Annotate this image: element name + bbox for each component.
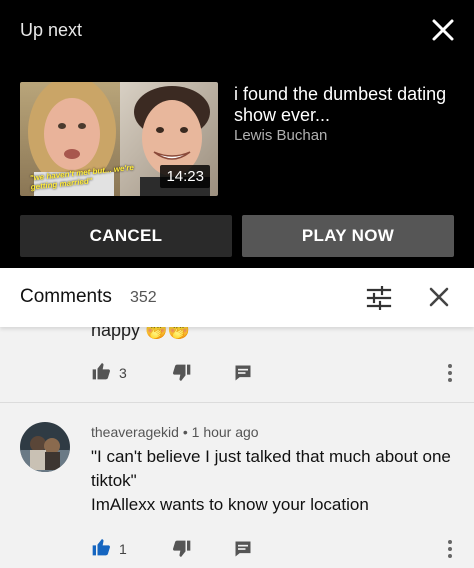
- reply-icon: [235, 541, 251, 557]
- comment-actions: 1: [91, 537, 461, 561]
- dislike-button[interactable]: [172, 363, 192, 388]
- thumbs-down-icon: [173, 540, 191, 557]
- cancel-button[interactable]: CANCEL: [20, 215, 232, 257]
- up-next-label: Up next: [20, 20, 83, 40]
- more-vert-icon: [448, 364, 452, 382]
- comment-menu-button[interactable]: [446, 362, 454, 384]
- reply-button[interactable]: [233, 539, 253, 564]
- like-button[interactable]: [91, 361, 111, 386]
- comment-actions: 3: [91, 361, 461, 385]
- reply-icon: [235, 365, 251, 381]
- avatar-image: [20, 422, 70, 472]
- avatar[interactable]: [20, 422, 70, 472]
- video-title[interactable]: i found the dumbest dating show ever...: [234, 84, 459, 126]
- close-icon: [432, 19, 454, 41]
- comment-text-line: "I can't believe I just talked that much…: [91, 447, 451, 490]
- close-comments-button[interactable]: [428, 286, 450, 313]
- meta-separator: •: [182, 424, 188, 440]
- comment-meta: theaveragekid • 1 hour ago: [91, 424, 259, 440]
- thumbs-up-icon: [92, 363, 110, 380]
- comments-header: Comments 352: [0, 268, 474, 327]
- comment-text: "I can't believe I just talked that much…: [91, 445, 461, 517]
- more-vert-icon: [448, 540, 452, 558]
- thumbs-down-icon: [173, 364, 191, 381]
- sort-filter-button[interactable]: [366, 284, 392, 315]
- comments-count: 352: [130, 289, 157, 306]
- comment-divider: [0, 402, 474, 403]
- like-count: 1: [119, 541, 127, 557]
- like-button[interactable]: [91, 537, 111, 562]
- video-duration: 14:23: [160, 165, 210, 188]
- close-up-next-button[interactable]: [429, 16, 457, 44]
- video-channel: Lewis Buchan: [234, 127, 328, 144]
- thumbs-up-icon: [92, 539, 110, 556]
- filter-icon: [366, 284, 392, 312]
- comment-text-line: ImAllexx wants to know your location: [91, 495, 369, 514]
- play-now-button[interactable]: PLAY NOW: [242, 215, 454, 257]
- up-next-panel: Up next "we haven't met but... we're get…: [0, 0, 474, 268]
- close-icon: [429, 287, 449, 307]
- dislike-button[interactable]: [172, 539, 192, 564]
- reply-button[interactable]: [233, 363, 253, 388]
- comment-menu-button[interactable]: [446, 538, 454, 560]
- comments-title: Comments: [20, 286, 112, 307]
- like-count: 3: [119, 365, 127, 381]
- video-thumbnail[interactable]: "we haven't met but... we're getting mar…: [20, 82, 218, 196]
- comment-time: 1 hour ago: [191, 424, 259, 440]
- comment-author[interactable]: theaveragekid: [91, 424, 179, 440]
- comments-list[interactable]: happy 🤭🤭 3 theaveragekid • 1 hour ago "I…: [0, 320, 474, 568]
